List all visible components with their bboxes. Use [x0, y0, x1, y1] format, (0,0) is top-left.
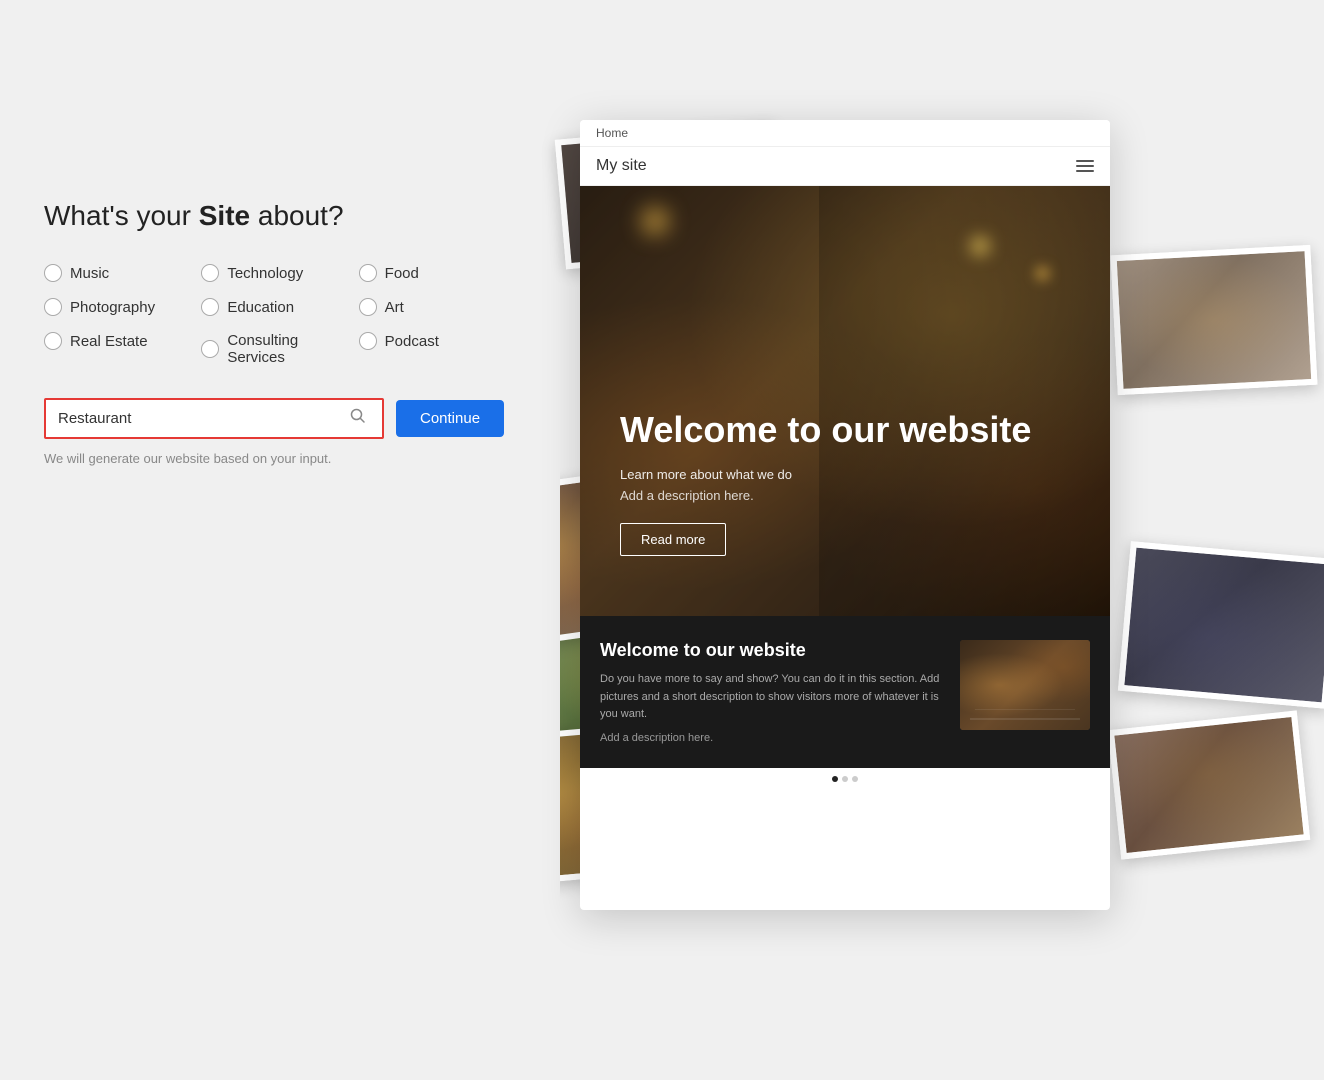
search-box[interactable]: [44, 398, 384, 439]
phone-preview: Home My site Welcome to our website Lear…: [580, 120, 1110, 910]
option-food[interactable]: Food: [359, 264, 516, 282]
option-art[interactable]: Art: [359, 298, 516, 316]
hamburger-line-1: [1076, 160, 1094, 162]
phone-footer: [580, 768, 1110, 790]
bottom-section: Welcome to our website Do you have more …: [580, 616, 1110, 768]
site-nav: My site: [580, 147, 1110, 186]
radio-music[interactable]: [44, 264, 62, 282]
search-icon: [350, 408, 366, 424]
hero-content: Welcome to our website Learn more about …: [620, 408, 1031, 556]
search-input[interactable]: [58, 410, 346, 427]
option-podcast[interactable]: Podcast: [359, 332, 516, 350]
footer-dots: [832, 776, 858, 782]
continue-button[interactable]: Continue: [396, 400, 504, 437]
left-panel: What's your Site about? Music Photograph…: [0, 0, 560, 1080]
right-photo-3: [1108, 710, 1311, 859]
heading-prefix: What's your: [44, 200, 199, 231]
bottom-title: Welcome to our website: [600, 640, 944, 661]
right-photo-1: [1110, 245, 1317, 395]
option-label-real-estate: Real Estate: [70, 333, 148, 350]
option-label-technology: Technology: [227, 265, 303, 282]
option-label-photography: Photography: [70, 299, 155, 316]
option-label-podcast: Podcast: [385, 333, 439, 350]
hamburger-line-2: [1076, 165, 1094, 167]
option-label-food: Food: [385, 265, 419, 282]
heading-suffix: about?: [250, 200, 343, 231]
radio-real-estate[interactable]: [44, 332, 62, 350]
radio-food[interactable]: [359, 264, 377, 282]
option-technology[interactable]: Technology: [201, 264, 358, 282]
helper-text: We will generate our website based on yo…: [44, 451, 516, 466]
hero-subtitle: Learn more about what we do: [620, 467, 1031, 482]
browser-tab: Home: [580, 120, 1110, 147]
bottom-body: Do you have more to say and show? You ca…: [600, 671, 944, 724]
search-row: Continue: [44, 398, 516, 439]
option-consulting[interactable]: Consulting Services: [201, 332, 358, 366]
preview-area: Home My site Welcome to our website Lear…: [480, 0, 1324, 1080]
option-real-estate[interactable]: Real Estate: [44, 332, 201, 350]
hero-title: Welcome to our website: [620, 408, 1031, 451]
radio-art[interactable]: [359, 298, 377, 316]
option-label-art: Art: [385, 299, 404, 316]
option-education[interactable]: Education: [201, 298, 358, 316]
footer-dot-3: [852, 776, 858, 782]
browser-tab-label: Home: [596, 126, 628, 140]
heading-bold: Site: [199, 200, 250, 231]
radio-consulting[interactable]: [201, 340, 219, 358]
option-music[interactable]: Music: [44, 264, 201, 282]
hero-description: Add a description here.: [620, 488, 1031, 503]
footer-dot-2: [842, 776, 848, 782]
radio-photography[interactable]: [44, 298, 62, 316]
radio-podcast[interactable]: [359, 332, 377, 350]
bottom-image: [960, 640, 1090, 730]
site-title: My site: [596, 157, 647, 175]
hamburger-menu[interactable]: [1076, 160, 1094, 172]
option-photography[interactable]: Photography: [44, 298, 201, 316]
options-grid: Music Photography Real Estate Technology…: [44, 264, 516, 366]
option-label-education: Education: [227, 299, 294, 316]
search-icon-button[interactable]: [346, 408, 370, 429]
radio-education[interactable]: [201, 298, 219, 316]
footer-dot-1: [832, 776, 838, 782]
option-label-consulting: Consulting Services: [227, 332, 358, 366]
hamburger-line-3: [1076, 170, 1094, 172]
right-photo-2: [1118, 541, 1324, 709]
page-heading: What's your Site about?: [44, 200, 516, 232]
hero-section: Welcome to our website Learn more about …: [580, 186, 1110, 616]
option-label-music: Music: [70, 265, 109, 282]
bottom-add-desc: Add a description here.: [600, 732, 944, 744]
radio-technology[interactable]: [201, 264, 219, 282]
bottom-text: Welcome to our website Do you have more …: [600, 640, 944, 744]
read-more-button[interactable]: Read more: [620, 523, 726, 556]
